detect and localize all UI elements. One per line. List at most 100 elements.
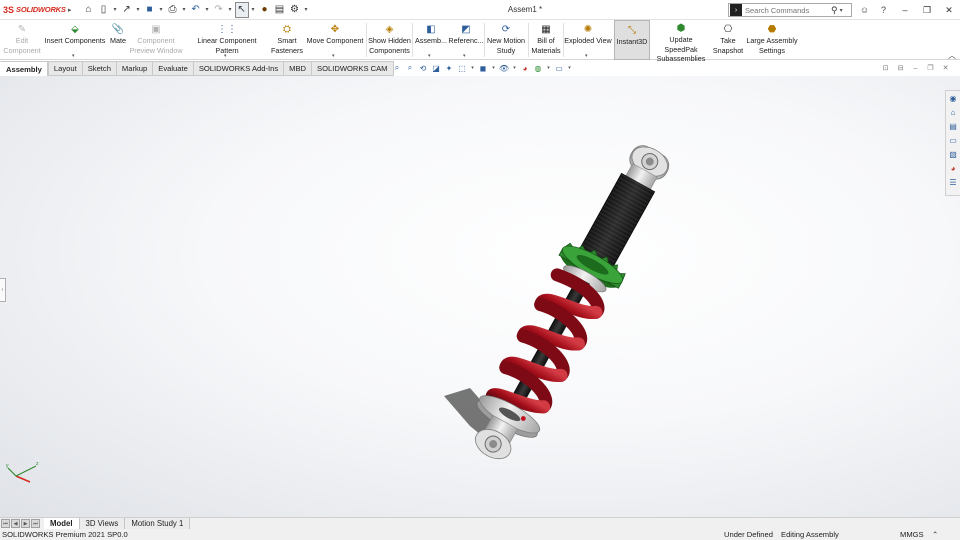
home-resources-icon[interactable]: ⌂	[948, 107, 959, 118]
viewport-minimize-icon[interactable]: –	[911, 63, 920, 73]
tab-addins[interactable]: SOLIDWORKS Add-Ins	[193, 61, 285, 76]
prev-tab-icon[interactable]: ◀	[11, 519, 20, 528]
help-icon[interactable]: ?	[877, 3, 890, 16]
tab-model[interactable]: Model	[44, 517, 80, 530]
insert-components-dropdown-icon[interactable]: ▾	[72, 53, 75, 59]
shock-absorber-model[interactable]: y z	[0, 76, 960, 517]
hide-show-dropdown-icon[interactable]: ▾	[512, 62, 517, 74]
display-style-dropdown-icon[interactable]: ▾	[491, 62, 496, 74]
rebuild-icon[interactable]: ●	[258, 2, 272, 18]
menu-expand-icon[interactable]: ▸	[68, 6, 72, 14]
insert-components-button[interactable]: ⬙ Insert Components ▾	[44, 20, 106, 60]
mate-button[interactable]: 📎 Mate	[107, 20, 129, 60]
open-icon[interactable]: ↗	[120, 2, 134, 18]
tab-mbd[interactable]: MBD	[284, 61, 313, 76]
dynamic-annotation-icon[interactable]: ✦	[444, 62, 454, 74]
close-icon[interactable]: ✕	[938, 0, 960, 20]
apply-scene-icon[interactable]: ◍	[533, 62, 543, 74]
undo-dropdown-icon[interactable]: ▾	[204, 6, 211, 13]
options-dropdown-icon[interactable]: ▾	[303, 6, 310, 13]
tab-sketch[interactable]: Sketch	[82, 61, 117, 76]
view-settings-dropdown-icon[interactable]: ▾	[567, 62, 572, 74]
edit-component-button[interactable]: ✎ Edit Component	[3, 20, 41, 60]
linear-pattern-dropdown-icon[interactable]: ▾	[224, 53, 227, 59]
view-orientation-dropdown-icon[interactable]: ▾	[470, 62, 475, 74]
open-dropdown-icon[interactable]: ▾	[135, 6, 142, 13]
display-style-icon[interactable]: ◼	[478, 62, 488, 74]
search-commands[interactable]: › ⚲ ▾	[728, 3, 852, 17]
reference-geometry-button[interactable]: ◩ Referenc... ▾	[448, 20, 483, 60]
view-settings-icon[interactable]: ▭	[554, 62, 564, 74]
instant3d-button[interactable]: ⤡ Instant3D	[614, 20, 650, 60]
file-explorer-icon[interactable]: ▭	[948, 135, 959, 146]
units-dropdown-icon[interactable]: ⌃	[932, 530, 938, 539]
save-icon[interactable]: ■	[143, 2, 157, 18]
edit-appearance-icon[interactable]: ◕	[520, 62, 530, 74]
view-palette-icon[interactable]: ▧	[948, 149, 959, 160]
print-dropdown-icon[interactable]: ▾	[181, 6, 188, 13]
undo-icon[interactable]: ↶	[189, 2, 203, 18]
viewport-restore-icon[interactable]: ❐	[926, 63, 935, 73]
search-icon[interactable]: ⚲	[831, 5, 838, 16]
custom-properties-icon[interactable]: ☰	[948, 177, 959, 188]
tab-motion-study-1[interactable]: Motion Study 1	[125, 517, 191, 530]
new-dropdown-icon[interactable]: ▾	[112, 6, 119, 13]
collapse-ribbon-icon[interactable]: ︿	[948, 50, 956, 61]
section-view-icon[interactable]: ◪	[431, 62, 441, 74]
home-icon[interactable]: ⌂	[82, 2, 96, 18]
user-account-icon[interactable]: ☺	[858, 3, 871, 16]
next-tab-icon[interactable]: ▶	[21, 519, 30, 528]
move-component-button[interactable]: ✥ Move Component ▾	[305, 20, 365, 60]
bill-of-materials-button[interactable]: ▦ Bill of Materials	[529, 20, 563, 60]
viewport-split-icon[interactable]: ⊡	[881, 63, 890, 73]
search-input[interactable]	[745, 5, 831, 15]
unit-system-selector[interactable]: MMGS	[900, 530, 924, 539]
solidworks-resources-icon[interactable]: ◉	[948, 93, 959, 104]
tab-evaluate[interactable]: Evaluate	[153, 61, 194, 76]
exploded-view-dropdown-icon[interactable]: ▾	[585, 53, 588, 59]
redo-icon[interactable]: ↷	[212, 2, 226, 18]
options-gear-icon[interactable]: ⚙	[288, 2, 302, 18]
select-pointer-icon[interactable]: ↖	[234, 1, 249, 18]
file-properties-icon[interactable]: ▤	[273, 2, 287, 18]
print-icon[interactable]: ⎙	[166, 2, 180, 18]
move-component-dropdown-icon[interactable]: ▾	[332, 53, 335, 59]
smart-fasteners-button[interactable]: ⛭ Smart Fasteners	[270, 20, 304, 60]
take-snapshot-button[interactable]: ⎔ Take Snapshot	[711, 20, 745, 60]
component-preview-button[interactable]: ▣ Component Preview Window	[129, 20, 183, 60]
minimize-icon[interactable]: –	[894, 0, 916, 20]
first-tab-icon[interactable]: ⏮	[1, 519, 10, 528]
solidworks-menu[interactable]: 3S SOLIDWORKS	[0, 0, 70, 20]
search-dropdown-icon[interactable]: ▾	[840, 7, 843, 14]
show-hidden-button[interactable]: ◈ Show Hidden Components	[367, 20, 412, 60]
hide-show-items-icon[interactable]: 👁	[499, 62, 509, 74]
view-orientation-icon[interactable]: ⬚	[457, 62, 467, 74]
tab-markup[interactable]: Markup	[116, 61, 154, 76]
tab-layout[interactable]: Layout	[47, 61, 83, 76]
save-dropdown-icon[interactable]: ▾	[158, 6, 165, 13]
exploded-view-button[interactable]: ✺ Exploded View ▾	[564, 20, 612, 60]
viewport-close-icon[interactable]: ✕	[941, 63, 950, 73]
apply-scene-dropdown-icon[interactable]: ▾	[546, 62, 551, 74]
previous-view-icon[interactable]: ⟲	[418, 62, 428, 74]
graphics-area[interactable]: y z › ◉ ⌂ ▤ ▭ ▧ ◕ ☰	[0, 76, 960, 517]
update-speedpak-button[interactable]: ⬢ Update SpeedPak Subassemblies	[652, 20, 710, 63]
large-assembly-settings-button[interactable]: ⬣ Large Assembly Settings	[746, 20, 798, 60]
feature-manager-flyout-handle[interactable]: ›	[0, 278, 6, 302]
design-library-icon[interactable]: ▤	[948, 121, 959, 132]
last-tab-icon[interactable]: ⏭	[31, 519, 40, 528]
appearances-scenes-icon[interactable]: ◕	[948, 163, 959, 174]
assembly-features-button[interactable]: ◧ Assemb... ▾	[414, 20, 448, 60]
tab-3d-views[interactable]: 3D Views	[79, 517, 126, 530]
zoom-to-fit-icon[interactable]: ⌕	[392, 62, 402, 74]
new-motion-study-button[interactable]: ⟳ New Motion Study	[485, 20, 527, 60]
select-dropdown-icon[interactable]: ▾	[250, 6, 257, 13]
new-document-icon[interactable]: ▯	[97, 2, 111, 18]
tab-cam[interactable]: SOLIDWORKS CAM	[312, 61, 394, 76]
restore-icon[interactable]: ❐	[916, 0, 938, 20]
viewport-link-icon[interactable]: ⊟	[896, 63, 905, 73]
assembly-features-dropdown-icon[interactable]: ▾	[428, 53, 431, 59]
zoom-area-icon[interactable]: ⌕	[405, 62, 415, 74]
reference-geometry-dropdown-icon[interactable]: ▾	[463, 53, 466, 59]
tab-assembly[interactable]: Assembly	[0, 61, 48, 76]
